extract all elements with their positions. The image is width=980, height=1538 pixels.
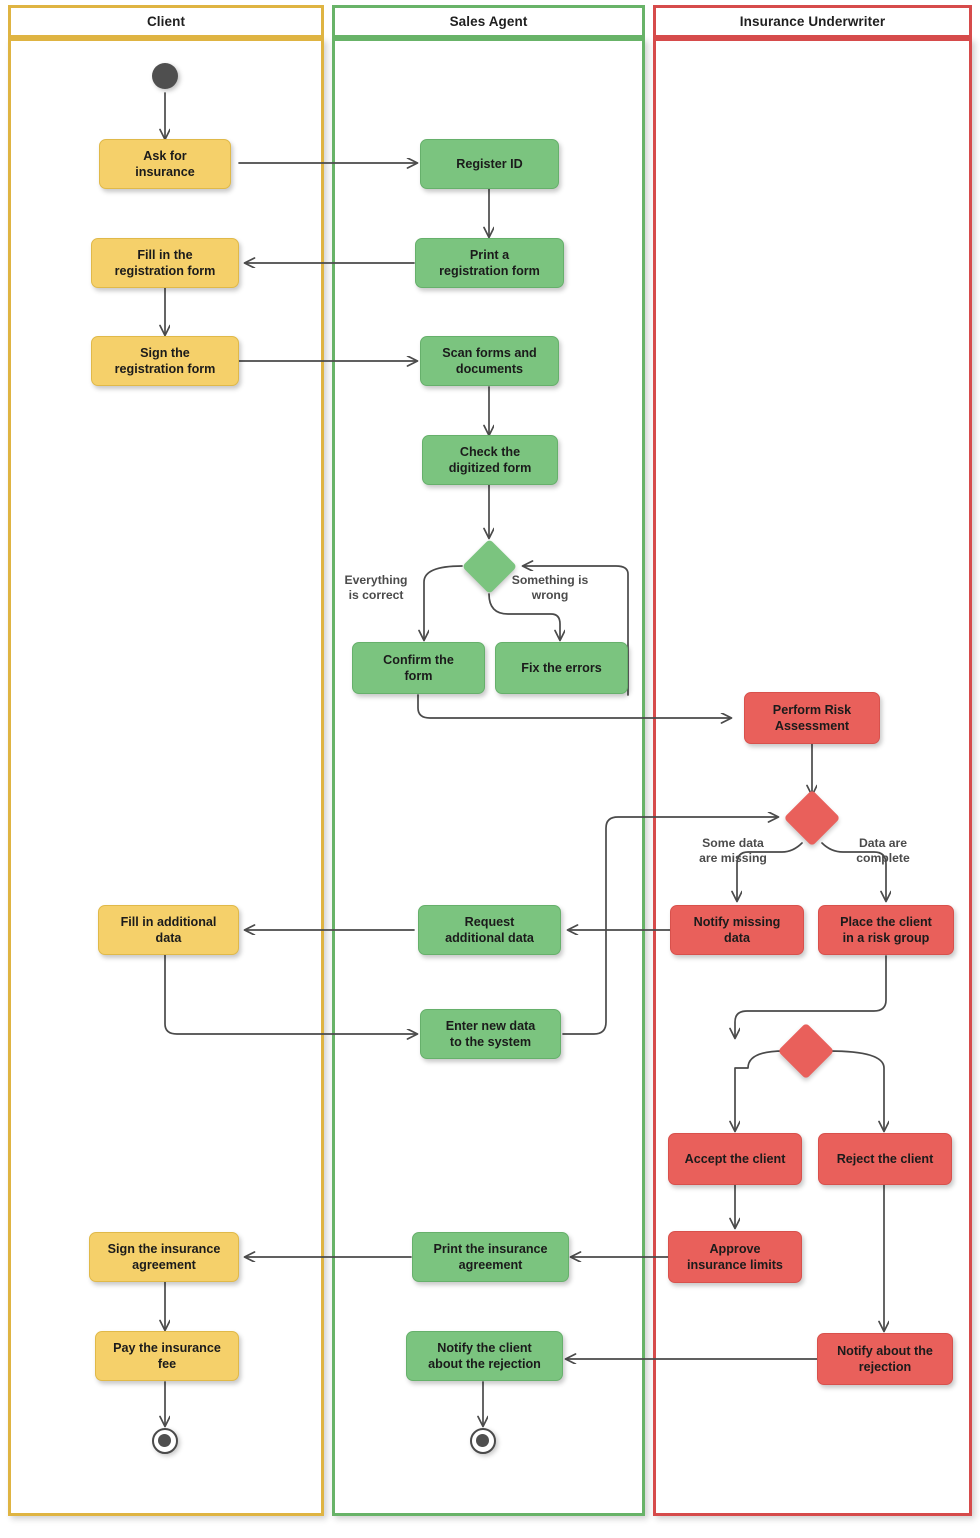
- activity-label: Pay the insurance fee: [113, 1340, 221, 1371]
- activity-label: Fill in additional data: [120, 914, 217, 945]
- activity-label: Register ID: [456, 156, 523, 171]
- activity-label: Sign the insurance agreement: [107, 1241, 221, 1272]
- swimlane-title-sales-agent: Sales Agent: [449, 14, 528, 29]
- final-node-client: [152, 1428, 178, 1454]
- activity-fix-the-errors[interactable]: Fix the errors: [495, 642, 628, 694]
- initial-node-client: [152, 63, 178, 89]
- guard-label-some-data-are-missing: Some data are missing: [699, 836, 767, 866]
- swimlane-title-client: Client: [146, 14, 186, 29]
- activity-label: Check the digitized form: [448, 444, 532, 475]
- activity-label: Notify the client about the rejection: [428, 1340, 541, 1371]
- activity-label: Notify missing data: [693, 914, 781, 945]
- activity-enter-new-data-to-the-system[interactable]: Enter new data to the system: [420, 1009, 561, 1059]
- activity-approve-insurance-limits[interactable]: Approve insurance limits: [668, 1231, 802, 1283]
- activity-diagram-canvas: Client Sales Agent Insurance Underwriter: [0, 0, 980, 1538]
- activity-notify-missing-data[interactable]: Notify missing data: [670, 905, 804, 955]
- activity-label: Print a registration form: [439, 247, 540, 278]
- guard-label-data-are-complete: Data are complete: [856, 836, 910, 866]
- final-node-sales-agent: [470, 1428, 496, 1454]
- activity-place-the-client-in-a-risk-group[interactable]: Place the client in a risk group: [818, 905, 954, 955]
- guard-label-everything-is-correct: Everything is correct: [344, 573, 408, 603]
- activity-label: Accept the client: [684, 1151, 786, 1166]
- activity-label: Notify about the rejection: [837, 1343, 933, 1374]
- activity-ask-for-insurance[interactable]: Ask for insurance: [99, 139, 231, 189]
- activity-print-a-registration-form[interactable]: Print a registration form: [415, 238, 564, 288]
- swimlane-title-insurance-underwriter: Insurance Underwriter: [739, 14, 886, 29]
- activity-reject-the-client[interactable]: Reject the client: [818, 1133, 952, 1185]
- activity-label: Place the client in a risk group: [840, 914, 932, 945]
- activity-label: Fill in the registration form: [114, 247, 216, 278]
- activity-label: Ask for insurance: [135, 148, 195, 179]
- activity-notify-the-client-about-the-rejection[interactable]: Notify the client about the rejection: [406, 1331, 563, 1381]
- activity-sign-the-registration-form[interactable]: Sign the registration form: [91, 336, 239, 386]
- activity-pay-the-insurance-fee[interactable]: Pay the insurance fee: [95, 1331, 239, 1381]
- activity-accept-the-client[interactable]: Accept the client: [668, 1133, 802, 1185]
- activity-label: Fix the errors: [521, 660, 602, 675]
- activity-request-additional-data[interactable]: Request additional data: [418, 905, 561, 955]
- activity-label: Scan forms and documents: [442, 345, 537, 376]
- activity-label: Reject the client: [836, 1151, 934, 1166]
- activity-print-the-insurance-agreement[interactable]: Print the insurance agreement: [412, 1232, 569, 1282]
- swimlane-header-client[interactable]: Client: [8, 5, 324, 38]
- activity-check-the-digitized-form[interactable]: Check the digitized form: [422, 435, 558, 485]
- activity-label: Perform Risk Assessment: [772, 702, 852, 733]
- activity-label: Request additional data: [445, 914, 534, 945]
- activity-label: Sign the registration form: [114, 345, 216, 376]
- activity-confirm-the-form[interactable]: Confirm the form: [352, 642, 485, 694]
- activity-fill-in-additional-data[interactable]: Fill in additional data: [98, 905, 239, 955]
- activity-sign-the-insurance-agreement[interactable]: Sign the insurance agreement: [89, 1232, 239, 1282]
- activity-fill-in-the-registration-form[interactable]: Fill in the registration form: [91, 238, 239, 288]
- activity-scan-forms-and-documents[interactable]: Scan forms and documents: [420, 336, 559, 386]
- swimlane-header-insurance-underwriter[interactable]: Insurance Underwriter: [653, 5, 972, 38]
- swimlane-insurance-underwriter[interactable]: [653, 38, 972, 1516]
- activity-label: Enter new data to the system: [445, 1018, 536, 1049]
- activity-label: Confirm the form: [383, 652, 454, 683]
- activity-label: Print the insurance agreement: [433, 1241, 548, 1272]
- activity-label: Approve insurance limits: [687, 1241, 783, 1272]
- activity-perform-risk-assessment[interactable]: Perform Risk Assessment: [744, 692, 880, 744]
- guard-label-something-is-wrong: Something is wrong: [511, 573, 589, 603]
- activity-notify-about-the-rejection[interactable]: Notify about the rejection: [817, 1333, 953, 1385]
- activity-register-id[interactable]: Register ID: [420, 139, 559, 189]
- swimlane-header-sales-agent[interactable]: Sales Agent: [332, 5, 645, 38]
